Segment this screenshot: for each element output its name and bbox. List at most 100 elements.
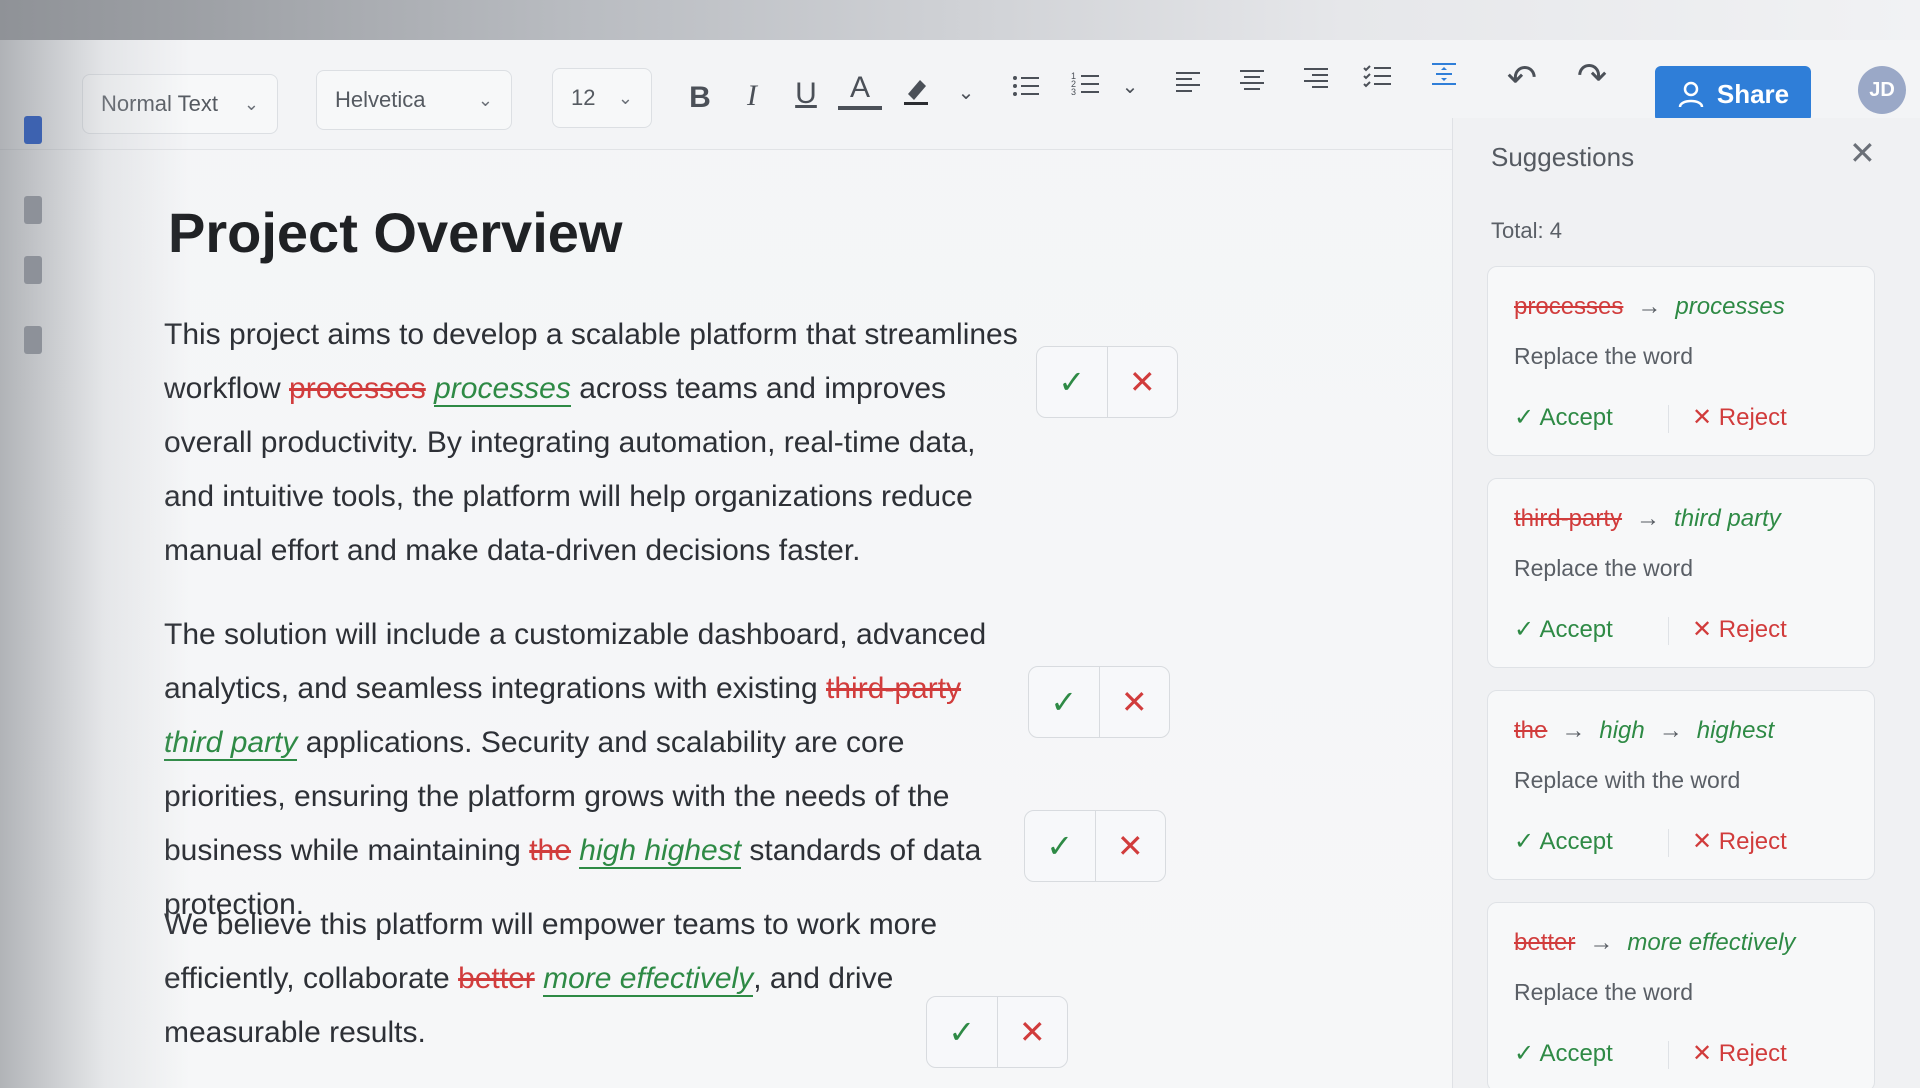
- accept-check-icon[interactable]: ✓: [1029, 667, 1100, 737]
- chevron-down-icon: ⌄: [617, 87, 633, 108]
- inline-suggestion-actions: ✓ ✕: [926, 996, 1068, 1068]
- inline-suggestion-actions: ✓ ✕: [1024, 810, 1166, 882]
- underline-button[interactable]: U: [784, 72, 828, 116]
- accept-button[interactable]: ✓ Accept: [1514, 827, 1613, 856]
- suggestion-card: processes → processes Replace the word ✓ A…: [1487, 266, 1875, 456]
- suggestion-change: third-party → third party: [1514, 505, 1781, 533]
- avatar-initials: JD: [1869, 78, 1895, 101]
- suggestion-count: Total: 4: [1491, 218, 1562, 243]
- share-button[interactable]: Share: [1655, 66, 1811, 122]
- accept-button[interactable]: ✓ Accept: [1514, 1039, 1613, 1068]
- suggestion-card: third-party → third party Replace the word…: [1487, 478, 1875, 668]
- bullet-list-button[interactable]: [1004, 64, 1048, 108]
- inserted-text: processes: [434, 372, 571, 407]
- suggestion-change: processes → processes: [1514, 293, 1785, 321]
- size-select-value: 12: [571, 85, 596, 110]
- arrow-right-icon: →: [1561, 717, 1586, 744]
- intermediate-word: high: [1599, 717, 1645, 744]
- undo-button[interactable]: ↶: [1500, 56, 1544, 100]
- inserted-text: more effectively: [543, 962, 754, 997]
- bold-button[interactable]: B: [678, 76, 722, 120]
- accept-label: Accept: [1539, 616, 1613, 643]
- style-select[interactable]: Normal Text ⌄: [82, 74, 278, 134]
- share-label: Share: [1716, 78, 1790, 109]
- reject-label: Reject: [1718, 828, 1787, 855]
- reject-label: Reject: [1718, 404, 1787, 431]
- checklist-button[interactable]: [1356, 54, 1400, 98]
- suggestion-change: better → more effectively: [1514, 929, 1795, 957]
- inserted-text: third party: [164, 726, 298, 761]
- accept-button[interactable]: ✓ Accept: [1514, 403, 1613, 432]
- suggestion-card: better → more effectively Replace the word…: [1487, 902, 1875, 1088]
- reject-x-icon[interactable]: ✕: [1100, 667, 1170, 737]
- sidebar-table-icon[interactable]: [24, 326, 42, 354]
- align-center-icon: [1240, 70, 1264, 90]
- align-right-button[interactable]: [1294, 56, 1338, 100]
- reject-button[interactable]: ✕ Reject: [1692, 827, 1787, 856]
- line-spacing-button[interactable]: [1422, 52, 1466, 96]
- reject-x-icon[interactable]: ✕: [1096, 811, 1166, 881]
- align-left-button[interactable]: [1166, 60, 1210, 104]
- accept-check-icon[interactable]: ✓: [927, 997, 998, 1067]
- page-title: Project Overview: [168, 201, 623, 264]
- divider: [1668, 1041, 1669, 1069]
- align-center-button[interactable]: [1230, 58, 1274, 102]
- editor-app: Normal Text ⌄ Helvetica ⌄ 12 ⌄ B I U A ⌄…: [0, 0, 1920, 1088]
- align-right-icon: [1304, 68, 1328, 88]
- paragraph-1[interactable]: This project aims to develop a scalable …: [164, 308, 1024, 578]
- accept-check-icon[interactable]: ✓: [1037, 347, 1108, 417]
- italic-button[interactable]: I: [730, 74, 774, 118]
- reject-x-icon[interactable]: ✕: [1108, 347, 1178, 417]
- suggestion-card: the → high → highest Replace with the word ✓…: [1487, 690, 1875, 880]
- redo-button[interactable]: ↷: [1570, 54, 1614, 98]
- chevron-down-icon[interactable]: ⌄: [1108, 64, 1152, 108]
- close-icon[interactable]: ✕: [1849, 134, 1876, 172]
- accept-label: Accept: [1539, 828, 1613, 855]
- chevron-down-icon: ⌄: [243, 93, 259, 114]
- arrow-right-icon: →: [1589, 929, 1614, 956]
- panel-title: Suggestions: [1491, 142, 1635, 172]
- arrow-right-icon: →: [1658, 717, 1683, 744]
- new-word: third party: [1674, 505, 1781, 532]
- reject-button[interactable]: ✕ Reject: [1692, 1039, 1787, 1068]
- suggestions-panel: Suggestions ✕ Total: 4 processes → process…: [1452, 118, 1920, 1088]
- sidebar-text-icon[interactable]: [24, 256, 42, 284]
- svg-text:3: 3: [1071, 87, 1076, 97]
- paragraph-3[interactable]: We believe this platform will empower te…: [164, 898, 1024, 1060]
- numbered-list-button[interactable]: 123: [1064, 62, 1108, 106]
- highlight-button[interactable]: [894, 68, 938, 112]
- new-word: processes: [1675, 293, 1785, 320]
- size-select[interactable]: 12 ⌄: [552, 68, 652, 128]
- suggestion-description: Replace the word: [1514, 979, 1693, 1005]
- new-word: highest: [1696, 717, 1775, 744]
- sidebar-page-icon[interactable]: [24, 196, 42, 224]
- font-select[interactable]: Helvetica ⌄: [316, 70, 512, 130]
- window-top-edge: [0, 0, 1920, 40]
- deleted-text: third-party: [826, 672, 962, 705]
- arrow-right-icon: →: [1636, 505, 1661, 532]
- reject-x-icon[interactable]: ✕: [998, 997, 1068, 1067]
- chevron-down-icon: ⌄: [477, 89, 493, 110]
- reject-button[interactable]: ✕ Reject: [1692, 403, 1787, 432]
- arrow-right-icon: →: [1637, 293, 1662, 320]
- accept-check-icon[interactable]: ✓: [1025, 811, 1096, 881]
- reject-label: Reject: [1718, 1040, 1787, 1067]
- text-color-button[interactable]: A: [838, 70, 882, 110]
- paragraph-2[interactable]: The solution will include a customizable…: [164, 608, 1024, 932]
- bullet-list-icon: [1013, 76, 1039, 96]
- divider: [1668, 829, 1669, 857]
- old-word: the: [1514, 717, 1548, 744]
- avatar[interactable]: JD: [1858, 66, 1906, 114]
- sidebar-doc-icon[interactable]: [24, 116, 42, 144]
- user-icon: [1678, 81, 1704, 108]
- deleted-text: the: [529, 834, 571, 867]
- align-left-icon: [1176, 72, 1200, 92]
- numbered-list-icon: 123: [1071, 71, 1099, 97]
- reject-button[interactable]: ✕ Reject: [1692, 615, 1787, 644]
- reject-label: Reject: [1718, 616, 1787, 643]
- suggestion-description: Replace the word: [1514, 555, 1693, 581]
- accept-button[interactable]: ✓ Accept: [1514, 615, 1613, 644]
- chevron-down-icon[interactable]: ⌄: [944, 70, 988, 114]
- old-word: processes: [1514, 293, 1624, 320]
- suggestion-description: Replace with the word: [1514, 767, 1741, 793]
